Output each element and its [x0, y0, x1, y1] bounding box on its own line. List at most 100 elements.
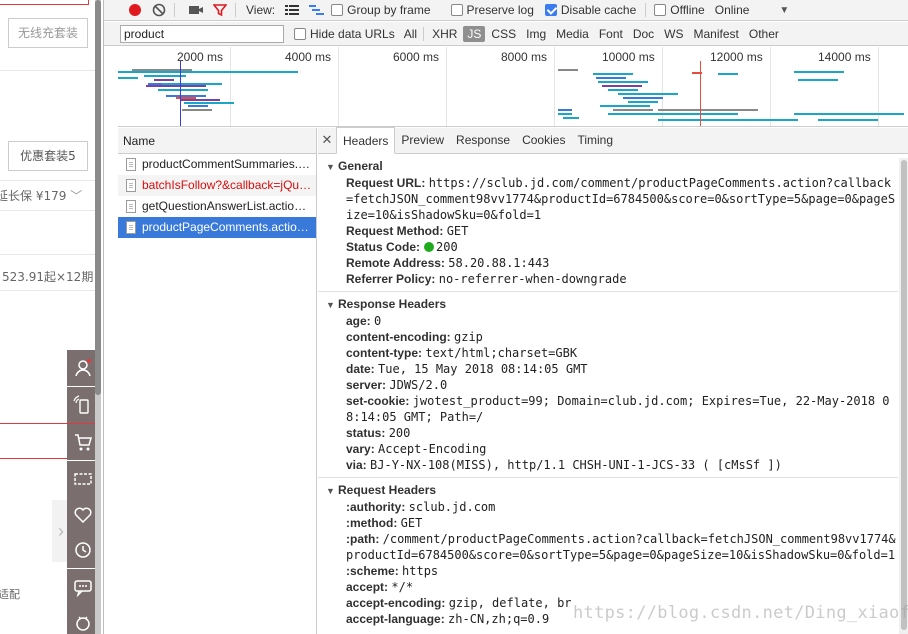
header-row: content-encoding: gzip: [346, 330, 483, 344]
page-scrollbar-thumb[interactable]: [95, 0, 101, 395]
timeline-request-bar: [146, 85, 206, 87]
dropdown-arrow-icon[interactable]: ▼: [779, 5, 789, 16]
timeline-overview[interactable]: 2000 ms 4000 ms 6000 ms 8000 ms 10000 ms…: [118, 47, 908, 127]
discount-package-button[interactable]: 优惠套装5: [8, 141, 88, 171]
disable-cache-checkbox[interactable]: [544, 4, 557, 16]
file-icon: [126, 158, 136, 171]
header-row: via: BJ-Y-NX-108(MISS), http/1.1 CHSH-UN…: [346, 458, 782, 472]
details-scrollbar-thumb[interactable]: [901, 160, 907, 630]
request-row[interactable]: productCommentSummaries.…: [118, 154, 316, 175]
divider: [0, 254, 100, 255]
record-icon[interactable]: [126, 1, 144, 19]
throttling-select[interactable]: Online: [715, 3, 750, 17]
request-url-value: https://sclub.jd.com/comment/productPage…: [346, 176, 896, 222]
filter-type-doc[interactable]: Doc: [629, 26, 658, 42]
timeline-request-bar: [608, 89, 638, 91]
filter-type-xhr[interactable]: XHR: [428, 26, 461, 42]
request-row[interactable]: getQuestionAnswerList.actio…: [118, 196, 316, 217]
response-headers-title[interactable]: ▼ Response Headers: [318, 295, 898, 313]
general-section: ▼ General Request URL: https://sclub.jd.c…: [318, 155, 898, 287]
tab-headers[interactable]: Headers: [336, 127, 396, 154]
expand-triangle-icon: ▼: [326, 162, 335, 172]
divider: [0, 180, 100, 181]
tab-preview[interactable]: Preview: [395, 127, 450, 153]
tab-timing[interactable]: Timing: [571, 127, 619, 153]
filter-type-media[interactable]: Media: [552, 26, 593, 42]
timeline-marker-line: [700, 61, 701, 126]
webpage-pane: 无线充套装 优惠套装5 延长保 ¥179 ﹀ 523.91起×12期 适配 ›: [0, 0, 100, 634]
view-label: View:: [246, 3, 276, 17]
timeline-request-bar: [558, 69, 578, 71]
timeline-request-bar: [598, 81, 648, 83]
adapter-text: 适配: [0, 588, 20, 601]
timeline-request-bar: [623, 97, 663, 99]
timeline-request-bar: [618, 93, 678, 95]
filter-input[interactable]: product: [120, 24, 284, 43]
header-row: :path: /comment/productPageComments.acti…: [346, 532, 896, 562]
filter-type-font[interactable]: Font: [595, 26, 627, 42]
timeline-gridline: [554, 47, 555, 126]
timeline-label: 12000 ms: [710, 50, 763, 64]
separator: [645, 3, 647, 17]
wireless-package-button[interactable]: 无线充套装: [8, 18, 88, 48]
camera-icon[interactable]: [187, 1, 205, 19]
timeline-request-bar: [182, 109, 212, 111]
status-ok-icon: [424, 242, 435, 252]
timeline-gridline: [338, 47, 339, 126]
filter-type-img[interactable]: Img: [522, 26, 550, 42]
file-icon: [126, 179, 136, 192]
tab-response[interactable]: Response: [450, 127, 516, 153]
preserve-log-checkbox[interactable]: [450, 4, 463, 16]
hide-data-urls-checkbox[interactable]: [294, 27, 306, 40]
headers-content: ▼ General Request URL: https://sclub.jd.c…: [318, 155, 898, 634]
timeline-request-bar: [608, 113, 688, 115]
request-name: productPageComments.actio…: [142, 220, 309, 234]
timeline-gridline: [662, 47, 663, 126]
timeline-request-bar: [118, 71, 298, 73]
timeline-label: 2000 ms: [177, 50, 224, 64]
timeline-label: 8000 ms: [501, 50, 548, 64]
header-row: set-cookie: jwotest_product=99; Domain=c…: [346, 394, 890, 424]
timeline-request-bar: [613, 109, 653, 111]
filter-icon[interactable]: [211, 1, 229, 19]
status-code-row: Status Code: 200: [346, 240, 458, 254]
timeline-request-bar: [600, 105, 650, 107]
timeline-request-bar: [158, 89, 208, 91]
general-section-title[interactable]: ▼ General: [318, 157, 898, 175]
request-name: batchIsFollow?&callback=jQu…: [142, 178, 312, 192]
filter-type-manifest[interactable]: Manifest: [690, 26, 743, 42]
header-row: date: Tue, 15 May 2018 08:14:05 GMT: [346, 362, 588, 376]
filter-type-all[interactable]: All: [400, 26, 421, 42]
header-row: vary: Accept-Encoding: [346, 442, 487, 456]
filter-type-css[interactable]: CSS: [487, 26, 520, 42]
clear-icon[interactable]: [150, 1, 168, 19]
large-rows-icon[interactable]: [285, 4, 300, 16]
request-row[interactable]: batchIsFollow?&callback=jQu…: [118, 175, 316, 196]
installment-text: 523.91起×12期: [2, 270, 94, 284]
offline-label: Offline: [670, 3, 705, 17]
header-row: content-type: text/html;charset=GBK: [346, 346, 578, 360]
waterfall-icon[interactable]: [309, 4, 325, 16]
request-headers-title[interactable]: ▼ Request Headers: [318, 481, 898, 499]
filter-bar: product Hide data URLs All XHR JS CSS Im…: [104, 22, 908, 46]
preserve-log-label: Preserve log: [466, 3, 534, 17]
watermark: https://blog.csdn.net/Ding_xiaofei: [573, 603, 908, 623]
timeline-label: 10000 ms: [602, 50, 655, 64]
close-icon[interactable]: ✕: [318, 127, 336, 153]
name-column-header[interactable]: Name: [118, 128, 316, 154]
timeline-request-bar: [558, 109, 572, 111]
filter-type-ws[interactable]: WS: [660, 26, 687, 42]
expand-triangle-icon: ▼: [326, 486, 335, 496]
request-row-selected[interactable]: productPageComments.actio…: [118, 217, 316, 238]
red-frame-top: [0, 0, 100, 5]
tab-cookies[interactable]: Cookies: [516, 127, 571, 153]
request-name: productCommentSummaries.…: [142, 157, 311, 171]
offline-checkbox[interactable]: [654, 4, 667, 16]
filter-type-js[interactable]: JS: [463, 25, 486, 42]
extended-warranty-text[interactable]: 延长保 ¥179 ﹀: [0, 187, 82, 204]
timeline-label: 4000 ms: [285, 50, 332, 64]
filter-type-other[interactable]: Other: [745, 26, 783, 42]
timeline-request-bar: [184, 102, 234, 104]
group-by-frame-checkbox[interactable]: [331, 4, 344, 16]
timeline-request-bar: [180, 99, 220, 101]
